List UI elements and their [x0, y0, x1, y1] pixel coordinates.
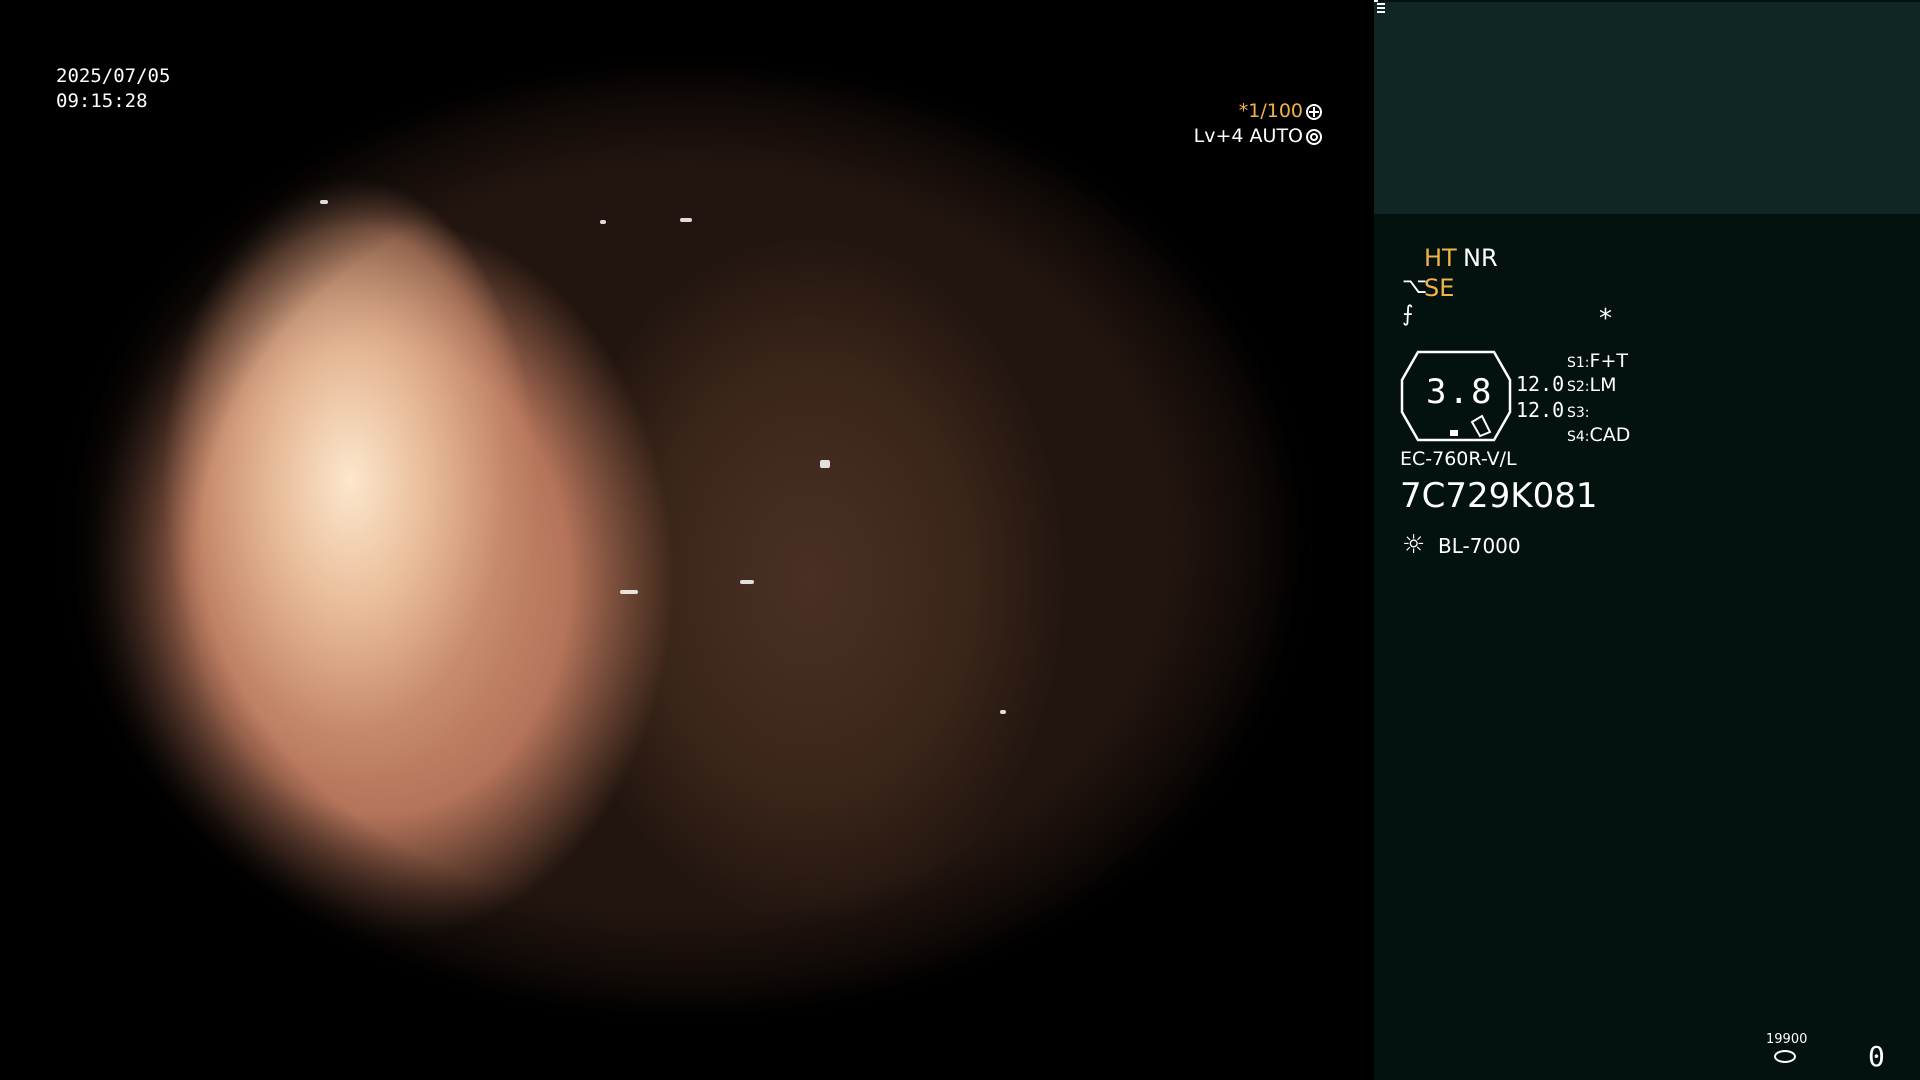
switch-1: S1:F+T: [1567, 350, 1628, 372]
se-indicator: SE: [1424, 274, 1455, 302]
shutter-readout: *1/100: [1194, 99, 1322, 124]
capture-counter: 0: [1868, 1040, 1885, 1073]
scope-model: EC-760R-V/L: [1400, 448, 1517, 470]
shutter-asterisk: *: [1238, 100, 1249, 122]
thumbnail-area: [1374, 2, 1920, 214]
switch-2-value: LM: [1589, 374, 1617, 396]
filter-icon: ⨍: [1402, 302, 1414, 327]
switch-1-value: F+T: [1589, 350, 1628, 372]
disk-icon: [1774, 1050, 1796, 1063]
specular-highlight: [820, 460, 830, 468]
iris-icon: [1306, 128, 1322, 145]
aperture-icon: [1306, 103, 1322, 120]
info-panel: HT NR ⌥ SE ⨍ * 3.8 12.0 12.0 S1:F+T S2:L…: [1374, 0, 1920, 1080]
switch-4-key: S4:: [1567, 429, 1590, 445]
scope-serial: 7C729K081: [1400, 476, 1598, 516]
light-source: BL-7000: [1438, 534, 1521, 558]
light-source-icon: ☼: [1402, 530, 1426, 560]
switch-2: S2:LM: [1567, 374, 1617, 396]
level-readout: Lv+4 AUTO: [1194, 124, 1322, 149]
switch-3: S3:: [1567, 400, 1590, 422]
specular-highlight: [600, 220, 606, 224]
storage-counter: 19900: [1766, 1032, 1808, 1047]
level-mode: Lv+4 AUTO: [1193, 125, 1303, 147]
switch-1-key: S1:: [1567, 355, 1590, 371]
exposure-readout: *1/100 Lv+4 AUTO: [1194, 99, 1322, 149]
date-text: 2025/07/05: [56, 65, 171, 87]
switch-2-key: S2:: [1567, 379, 1590, 395]
value-2: 12.0: [1516, 398, 1565, 422]
switch-3-key: S3:: [1567, 405, 1590, 421]
zoom-value: 3.8: [1426, 372, 1494, 412]
specular-highlight: [680, 218, 692, 222]
time-text: 09:15:28: [56, 90, 148, 112]
endoscope-video-area: 2025/07/05 09:15:28 *1/100 Lv+4 AUTO: [0, 0, 1374, 1080]
shutter-speed: 1/100: [1248, 100, 1303, 122]
endoscope-image: [60, 60, 1312, 1020]
specular-highlight: [620, 590, 638, 594]
ht-indicator: HT: [1424, 244, 1457, 272]
nr-indicator: NR: [1463, 244, 1498, 272]
specular-highlight: [1000, 710, 1006, 714]
date-time: 2025/07/05 09:15:28: [56, 64, 170, 114]
switch-4: S4:CAD: [1567, 424, 1630, 446]
value-1: 12.0: [1516, 372, 1565, 396]
specular-highlight: [320, 200, 328, 204]
asterisk-indicator: *: [1599, 304, 1612, 334]
switch-4-value: CAD: [1589, 424, 1631, 446]
specular-highlight: [740, 580, 754, 584]
